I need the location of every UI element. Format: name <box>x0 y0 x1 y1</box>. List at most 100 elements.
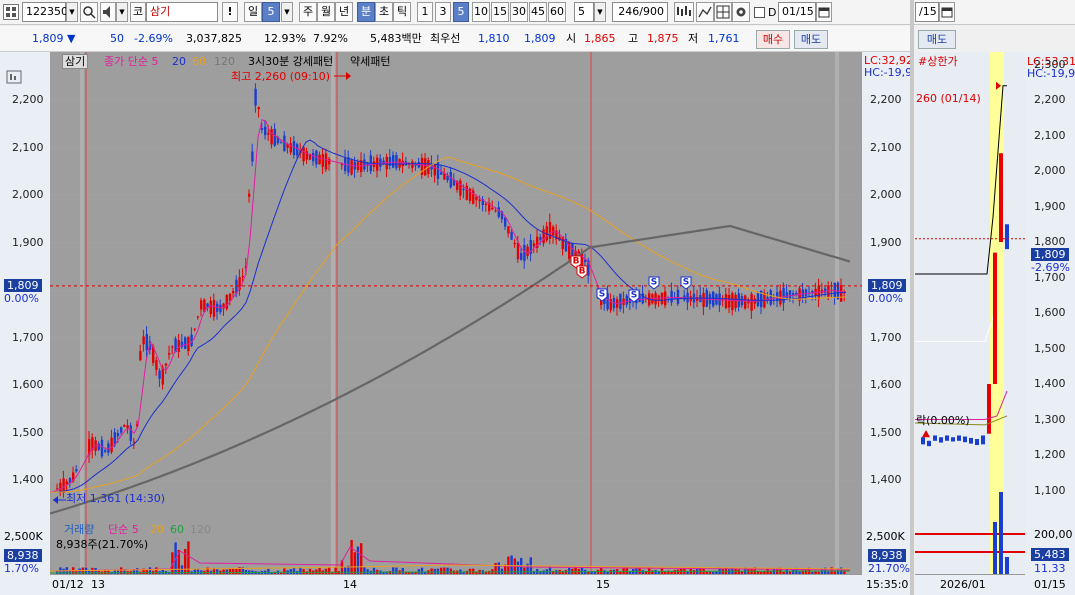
quote-low-label: 저 <box>688 32 699 45</box>
stock-name-field[interactable]: 삼기 <box>146 2 218 22</box>
candle-body <box>139 351 142 361</box>
candle-body <box>212 299 216 317</box>
indicator-icon[interactable] <box>714 2 732 22</box>
candle-body <box>542 229 545 244</box>
candle-body <box>132 441 136 443</box>
candle-body <box>59 482 62 492</box>
side-volume-bar <box>999 492 1003 574</box>
side-candle <box>981 435 985 445</box>
date-input[interactable]: 01/15 <box>778 2 816 22</box>
minute-15-button[interactable]: 15 <box>491 2 509 22</box>
left-tick-3: 1,900 <box>12 235 44 249</box>
candle-body <box>324 153 328 170</box>
x-label-14: 14 <box>343 578 357 591</box>
speaker-icon[interactable] <box>100 2 116 22</box>
tab-week[interactable]: 주 <box>299 2 317 22</box>
minute-60-button[interactable]: 60 <box>548 2 566 22</box>
side-high-annotation: 260 (01/14) <box>916 92 981 105</box>
minute-30-button[interactable]: 30 <box>510 2 528 22</box>
candle-body <box>731 293 734 311</box>
period-dropdown-icon[interactable]: ▼ <box>281 2 293 22</box>
buy-button[interactable]: 매수 <box>756 30 790 49</box>
interval-dropdown-icon[interactable]: ▼ <box>594 2 606 22</box>
tab-minute[interactable]: 분 <box>357 2 375 22</box>
side-candle <box>957 435 961 441</box>
date-checkbox[interactable] <box>754 7 765 18</box>
minute-1-button[interactable]: 1 <box>417 2 433 22</box>
bar-count-field[interactable]: 246/900 <box>612 2 668 22</box>
market-prefix[interactable]: 코 <box>130 2 146 22</box>
candle-body <box>296 144 299 156</box>
period-5-button[interactable]: 5 <box>262 2 280 22</box>
candle-body <box>264 126 267 136</box>
candle-body <box>155 360 158 370</box>
svg-text:S: S <box>631 291 637 301</box>
candle-body <box>196 316 200 318</box>
right-tick-6: 1,600 <box>870 378 902 392</box>
tab-tick[interactable]: 틱 <box>393 2 411 22</box>
x-label-15: 15 <box>596 578 610 591</box>
candle-body <box>702 293 705 307</box>
volume-bar <box>526 563 529 574</box>
side-candle <box>969 437 973 444</box>
chart-tool-icon[interactable] <box>674 2 694 22</box>
tab-second[interactable]: 초 <box>375 2 393 22</box>
candle-body <box>225 294 228 310</box>
chart-settings-icon[interactable] <box>6 70 22 84</box>
speaker-dropdown-icon[interactable]: ▼ <box>116 2 128 22</box>
interval-input[interactable]: 5 <box>574 2 594 22</box>
side-daily-chart[interactable] <box>915 52 1025 574</box>
left-current-pct: 0.00% <box>4 292 39 305</box>
minute-3-button[interactable]: 3 <box>435 2 451 22</box>
volume-bar <box>510 555 513 574</box>
hc-label: HC:-19,9 <box>864 66 913 79</box>
settings-icon[interactable] <box>732 2 750 22</box>
quote-change: 50 <box>110 32 124 45</box>
tab-year[interactable]: 년 <box>335 2 353 22</box>
side-candle <box>939 437 943 443</box>
candle-body <box>209 300 212 315</box>
candle-body <box>619 293 622 310</box>
candle-body <box>788 290 792 299</box>
candle-body <box>158 370 161 379</box>
minute-45-button[interactable]: 45 <box>529 2 547 22</box>
candle-body <box>280 142 283 144</box>
minute-10-button[interactable]: 10 <box>472 2 490 22</box>
stock-code-input[interactable]: 122350 <box>22 2 68 22</box>
side-sell-button[interactable]: 매도 <box>918 30 956 49</box>
side-candle <box>975 439 979 446</box>
code-dropdown-icon[interactable]: ▼ <box>66 2 78 22</box>
side-vol-box: 5,483 <box>1031 548 1069 561</box>
candle-body <box>168 353 171 355</box>
minute-5-button[interactable]: 5 <box>453 2 469 22</box>
svg-text:B: B <box>579 267 586 277</box>
period-day-button[interactable]: 일 <box>244 2 262 22</box>
candle-body <box>491 207 494 210</box>
grid-icon[interactable] <box>3 4 19 20</box>
candle-body <box>737 293 740 308</box>
calendar-icon[interactable] <box>816 2 832 22</box>
candle-body <box>424 158 427 176</box>
vol-ma20-legend: 20 <box>150 523 164 536</box>
main-chart-left-axis <box>0 52 50 595</box>
candle-body <box>107 443 110 453</box>
right-tick-3: 1,900 <box>870 235 902 249</box>
warning-button[interactable]: ! <box>222 2 238 22</box>
pane-divider[interactable] <box>910 0 914 595</box>
candle-body <box>475 197 478 201</box>
candle-body <box>504 217 507 227</box>
sell-button[interactable]: 매도 <box>794 30 828 49</box>
drawing-tool-icon[interactable] <box>696 2 714 22</box>
side-tick-4: 1,900 <box>1034 199 1066 213</box>
left-tick-7: 1,500 <box>12 425 44 439</box>
candle-body <box>785 292 788 299</box>
tab-month[interactable]: 월 <box>317 2 335 22</box>
ma120-legend: 120 <box>214 55 235 68</box>
candle-body <box>507 226 510 234</box>
side-date-input[interactable]: /15 <box>915 2 939 22</box>
price-chart[interactable]: BB S S S S <box>50 52 862 521</box>
side-vol-pct: 11.33 <box>1034 562 1066 575</box>
candle-body <box>267 132 270 135</box>
side-calendar-icon[interactable] <box>939 2 955 22</box>
search-icon[interactable] <box>80 2 98 22</box>
